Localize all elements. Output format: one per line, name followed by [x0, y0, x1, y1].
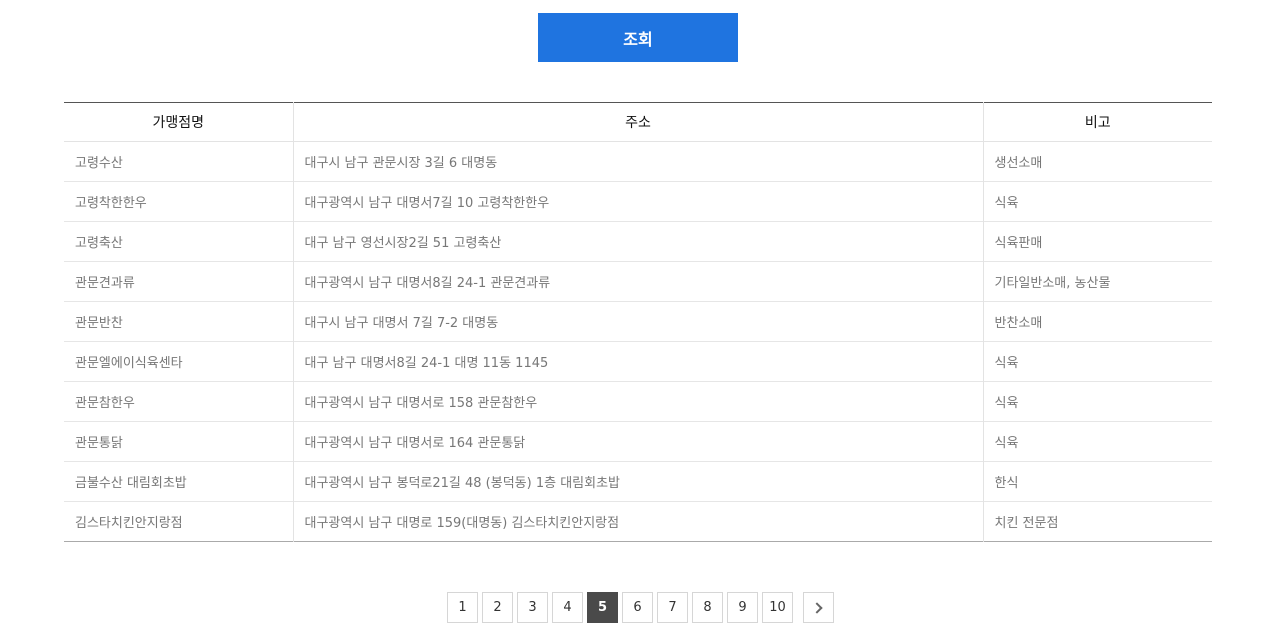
table-row[interactable]: 관문반찬 대구시 남구 대명서 7길 7-2 대명동 반찬소매	[64, 301, 1212, 342]
cell-note: 기타일반소매, 농산물	[982, 261, 1212, 302]
cell-address: 대구광역시 남구 대명서7길 10 고령착한한우	[292, 181, 983, 222]
cell-address: 대구 남구 영선시장2길 51 고령축산	[292, 221, 983, 262]
pagination: 1 2 3 4 5 6 7 8 9 10	[447, 592, 834, 623]
page-button-6[interactable]: 6	[622, 592, 653, 623]
table-row[interactable]: 김스타치킨안지랑점 대구광역시 남구 대명로 159(대명동) 김스타치킨안지랑점…	[64, 501, 1212, 542]
cell-note: 치킨 전문점	[982, 501, 1212, 542]
cell-store-name: 관문견과류	[64, 261, 293, 302]
cell-store-name: 관문반찬	[64, 301, 293, 342]
cell-store-name: 금불수산 대림회초밥	[64, 461, 293, 502]
table-row[interactable]: 관문참한우 대구광역시 남구 대명서로 158 관문참한우 식육	[64, 381, 1212, 422]
cell-address: 대구시 남구 대명서 7길 7-2 대명동	[292, 301, 983, 342]
cell-store-name: 김스타치킨안지랑점	[64, 501, 293, 542]
table-row[interactable]: 고령수산 대구시 남구 관문시장 3길 6 대명동 생선소매	[64, 141, 1212, 182]
page-button-7[interactable]: 7	[657, 592, 688, 623]
cell-store-name: 관문엘에이식육센타	[64, 341, 293, 382]
page-button-4[interactable]: 4	[552, 592, 583, 623]
search-button[interactable]: 조회	[538, 13, 738, 62]
cell-note: 식육	[982, 421, 1212, 462]
cell-store-name: 고령수산	[75, 156, 123, 171]
cell-note: 식육	[982, 381, 1212, 422]
cell-address: 대구광역시 남구 대명서로 164 관문통닭	[292, 421, 983, 462]
next-page-button[interactable]	[803, 592, 834, 623]
store-table: 가맹점명 주소 비고 고령수산 대구시 남구 관문시장 3길 6 대명동 생선소매 고…	[64, 102, 1212, 542]
cell-note: 생선소매	[982, 141, 1212, 182]
page-button-5[interactable]: 5	[587, 592, 618, 623]
cell-address: 대구 남구 대명서8길 24-1 대명 11동 1145	[292, 341, 983, 382]
table-row[interactable]: 금불수산 대림회초밥 대구광역시 남구 봉덕로21길 48 (봉덕동) 1층 대림…	[64, 461, 1212, 502]
page-button-10[interactable]: 10	[762, 592, 793, 623]
cell-address: 대구광역시 남구 대명로 159(대명동) 김스타치킨안지랑점	[292, 501, 983, 542]
cell-store-name: 고령축산	[64, 221, 293, 262]
table-header-row: 가맹점명 주소 비고	[64, 102, 1212, 142]
cell-note: 반찬소매	[982, 301, 1212, 342]
page-button-3[interactable]: 3	[517, 592, 548, 623]
table-row[interactable]: 관문엘에이식육센타 대구 남구 대명서8길 24-1 대명 11동 1145 식육	[64, 341, 1212, 382]
chevron-right-icon	[811, 601, 823, 614]
cell-note: 식육	[982, 341, 1212, 382]
table-row[interactable]: 관문통닭 대구광역시 남구 대명서로 164 관문통닭 식육	[64, 421, 1212, 462]
page-button-9[interactable]: 9	[727, 592, 758, 623]
cell-address: 대구광역시 남구 봉덕로21길 48 (봉덕동) 1층 대림회초밥	[292, 461, 983, 502]
table-row[interactable]: 고령착한한우 대구광역시 남구 대명서7길 10 고령착한한우 식육	[64, 181, 1212, 222]
page: 조회 가맹점명 주소 비고 고령수산 대구시 남구 관문시장 3길 6 대명동 생선…	[0, 0, 1273, 635]
cell-address: 대구광역시 남구 대명서8길 24-1 관문견과류	[292, 261, 983, 302]
table-row[interactable]: 고령축산 대구 남구 영선시장2길 51 고령축산 식육판매	[64, 221, 1212, 262]
cell-address: 대구시 남구 관문시장 3길 6 대명동	[292, 141, 983, 182]
column-header-address: 주소	[292, 102, 983, 142]
page-button-1[interactable]: 1	[447, 592, 478, 623]
page-button-8[interactable]: 8	[692, 592, 723, 623]
table-row[interactable]: 관문견과류 대구광역시 남구 대명서8길 24-1 관문견과류 기타일반소매, 농산…	[64, 261, 1212, 302]
cell-note: 한식	[982, 461, 1212, 502]
column-header-store-name: 가맹점명	[64, 102, 293, 142]
cell-note: 식육판매	[982, 221, 1212, 262]
cell-store-name: 관문통닭	[64, 421, 293, 462]
page-button-2[interactable]: 2	[482, 592, 513, 623]
column-header-note: 비고	[982, 102, 1212, 142]
cell-note: 식육	[982, 181, 1212, 222]
cell-store-name: 고령착한한우	[64, 181, 293, 222]
cell-store-name: 관문참한우	[64, 381, 293, 422]
cell-address: 대구광역시 남구 대명서로 158 관문참한우	[292, 381, 983, 422]
